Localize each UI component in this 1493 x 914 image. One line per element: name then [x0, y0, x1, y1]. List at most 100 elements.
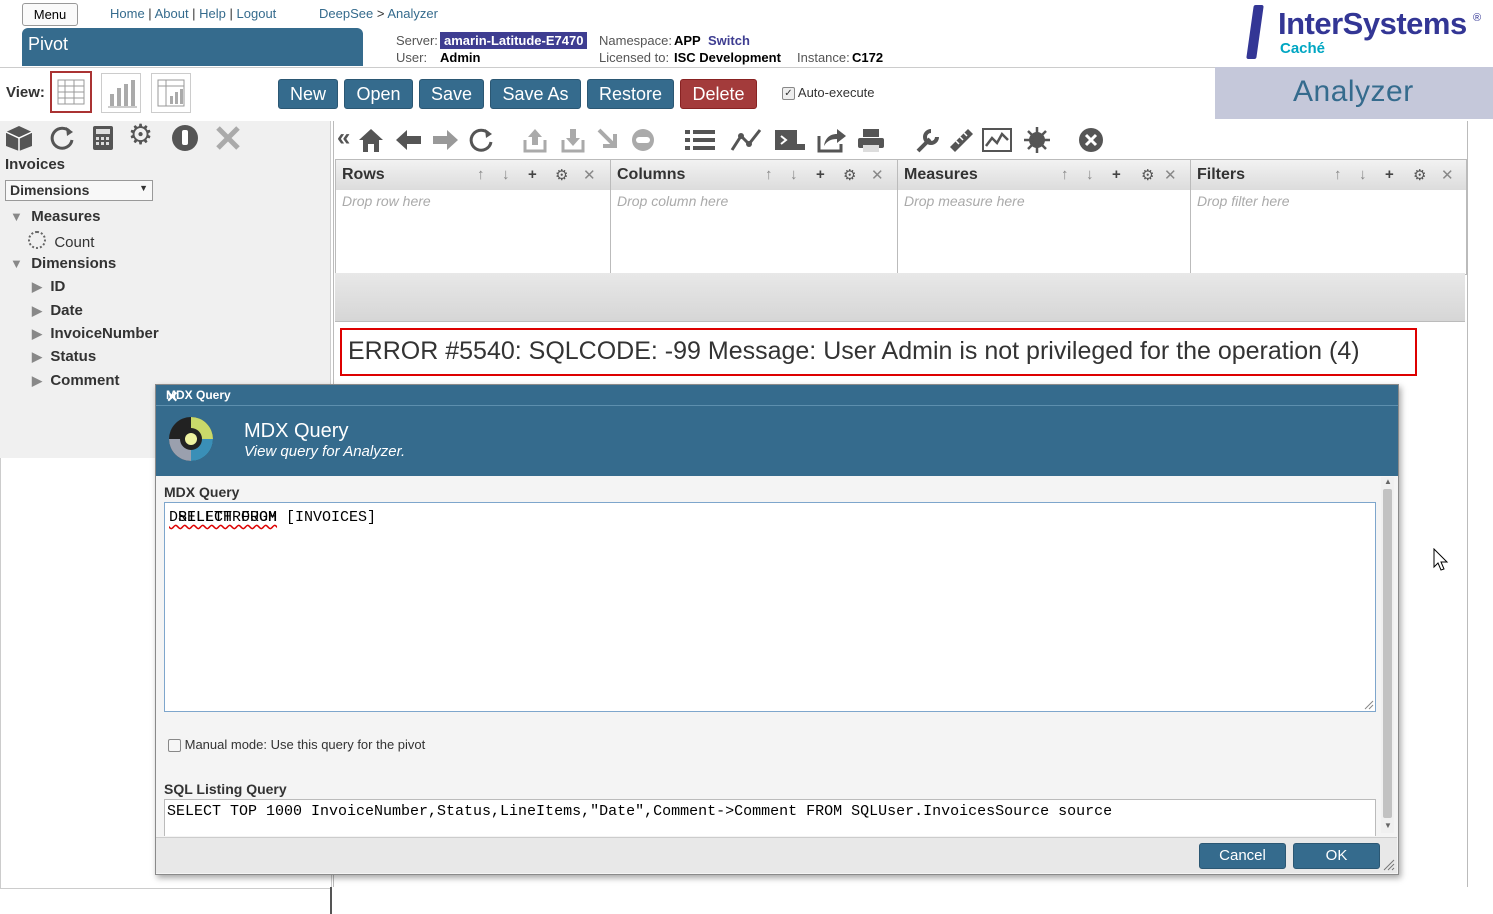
link-icon[interactable]: [629, 126, 657, 154]
move-down-icon[interactable]: ↓: [1086, 166, 1094, 183]
add-icon[interactable]: +: [528, 166, 537, 183]
tree-item-comment[interactable]: ▶ Comment: [32, 372, 120, 389]
dialog-close-icon[interactable]: ✕: [166, 388, 1394, 406]
gear-icon[interactable]: ⚙: [1413, 166, 1426, 184]
move-down-icon[interactable]: ↓: [502, 166, 510, 183]
manual-mode-option[interactable]: Manual mode: Use this query for the pivo…: [168, 737, 425, 753]
wrench-icon[interactable]: [913, 126, 941, 154]
refresh-icon[interactable]: [48, 124, 76, 152]
gear-icon[interactable]: ⚙: [1141, 166, 1154, 184]
tree-item-id[interactable]: ▶ ID: [32, 278, 65, 295]
list-icon[interactable]: [683, 126, 717, 154]
dialog-header: MDX Query View query for Analyzer.: [156, 405, 1398, 476]
measures-header: Measures: [904, 166, 978, 183]
auto-execute[interactable]: ✓ Auto-execute: [782, 85, 875, 101]
close-icon[interactable]: [214, 124, 242, 152]
rows-drop-zone[interactable]: Rows ↑ ↓ + ⚙ ✕ Drop row here: [335, 159, 611, 275]
save-button[interactable]: Save: [419, 79, 484, 109]
ruler-icon[interactable]: [947, 126, 975, 154]
view-table-button[interactable]: [50, 71, 92, 113]
menu-button[interactable]: Menu: [22, 3, 78, 26]
cube-icon[interactable]: [4, 124, 34, 152]
breadcrumb-analyzer[interactable]: Analyzer: [387, 6, 438, 21]
drill-down-icon[interactable]: [595, 126, 623, 154]
add-icon[interactable]: +: [816, 166, 825, 183]
tree-measures[interactable]: ▼ Measures: [10, 208, 100, 225]
collapse-icon[interactable]: «: [337, 124, 350, 152]
close-circle-icon[interactable]: [1077, 126, 1105, 154]
share-icon[interactable]: [815, 126, 849, 154]
filters-drop-zone[interactable]: Filters ↑ ↓ + ⚙ ✕ Drop filter here: [1190, 159, 1467, 275]
save-as-button[interactable]: Save As: [490, 79, 581, 109]
chart-options-icon[interactable]: [981, 126, 1013, 154]
close-icon[interactable]: ✕: [871, 166, 884, 184]
close-icon[interactable]: ✕: [1441, 166, 1454, 184]
view-both-button[interactable]: [151, 73, 191, 113]
dialog-scrollbar-thumb[interactable]: [1383, 489, 1392, 818]
switch-namespace-link[interactable]: Switch: [708, 33, 750, 48]
print-icon[interactable]: [855, 126, 889, 154]
tree-dimensions[interactable]: ▼ Dimensions: [10, 255, 116, 272]
sql-icon[interactable]: [773, 126, 807, 154]
licensed-label: Licensed to:: [599, 50, 670, 65]
info-icon[interactable]: [170, 123, 200, 153]
add-icon[interactable]: +: [1385, 166, 1394, 183]
mdx-query-textarea[interactable]: DRILLTHROUGH SELECT FROM [INVOICES]: [164, 502, 1376, 712]
scroll-up-icon[interactable]: ▲: [1384, 477, 1392, 486]
sql-listing-text: SELECT TOP 1000 InvoiceNumber,Status,Lin…: [167, 803, 1113, 820]
gear-icon[interactable]: ⚙: [555, 166, 568, 184]
measures-drop-zone[interactable]: Measures ↑ ↓ + ⚙ ✕ Drop measure here: [897, 159, 1191, 275]
move-up-icon[interactable]: ↑: [1061, 166, 1069, 183]
auto-execute-checkbox[interactable]: ✓: [782, 87, 795, 101]
help-link[interactable]: Help: [199, 6, 226, 21]
move-up-icon[interactable]: ↑: [1334, 166, 1342, 183]
home-icon[interactable]: [357, 126, 385, 154]
about-link[interactable]: About: [155, 6, 189, 21]
back-arrow-icon[interactable]: [393, 126, 423, 154]
pivot-toolbar: «: [335, 122, 1465, 158]
move-down-icon[interactable]: ↓: [1359, 166, 1367, 183]
collapsed-triangle-icon: ▶: [32, 373, 42, 388]
close-icon[interactable]: ✕: [583, 166, 596, 184]
new-button[interactable]: New: [278, 79, 338, 109]
cancel-button[interactable]: Cancel: [1199, 843, 1286, 869]
server-value: amarin-Latitude-E7470: [440, 32, 588, 50]
trend-icon[interactable]: [729, 126, 763, 154]
move-up-icon[interactable]: ↑: [765, 166, 773, 183]
forward-arrow-icon[interactable]: [431, 126, 461, 154]
ok-button[interactable]: OK: [1293, 843, 1380, 869]
columns-drop-zone[interactable]: Columns ↑ ↓ + ⚙ ✕ Drop column here: [610, 159, 898, 275]
move-up-icon[interactable]: ↑: [477, 166, 485, 183]
restore-button[interactable]: Restore: [587, 79, 674, 109]
logout-link[interactable]: Logout: [237, 6, 277, 21]
dialog-resize-icon[interactable]: [1383, 859, 1395, 871]
view-chart-button[interactable]: [101, 73, 141, 113]
import-icon[interactable]: [559, 126, 587, 154]
export-icon[interactable]: [521, 126, 549, 154]
breadcrumb-deepsee[interactable]: DeepSee: [319, 6, 373, 21]
tree-item-status[interactable]: ▶ Status: [32, 348, 96, 365]
manual-mode-checkbox[interactable]: [168, 739, 181, 753]
scroll-down-icon[interactable]: ▼: [1384, 821, 1392, 830]
calculator-icon[interactable]: [90, 124, 116, 152]
tree-item-count[interactable]: Count: [28, 231, 94, 251]
gear-icon[interactable]: ⚙: [128, 118, 153, 151]
resize-handle-icon[interactable]: [1364, 700, 1374, 710]
expanded-triangle-icon: ▼: [10, 209, 23, 224]
move-down-icon[interactable]: ↓: [790, 166, 798, 183]
dimensions-select[interactable]: Dimensions ▼: [5, 180, 153, 201]
home-link[interactable]: Home: [110, 6, 145, 21]
gear-icon[interactable]: ⚙: [843, 166, 856, 184]
highlight-icon[interactable]: [1023, 126, 1051, 154]
open-button[interactable]: Open: [344, 79, 413, 109]
tree-item-invoicenumber[interactable]: ▶ InvoiceNumber: [32, 325, 159, 342]
refresh-icon[interactable]: [467, 126, 495, 154]
add-icon[interactable]: +: [1112, 166, 1121, 183]
delete-button[interactable]: Delete: [680, 79, 757, 109]
dialog-title-bar[interactable]: MDX Query ✕: [156, 385, 1398, 406]
sql-listing-textarea[interactable]: SELECT TOP 1000 InvoiceNumber,Status,Lin…: [164, 799, 1376, 836]
tree-item-date[interactable]: ▶ Date: [32, 302, 83, 319]
mdx-query-label: MDX Query: [164, 484, 240, 500]
dimensions-select-value: Dimensions: [10, 182, 90, 198]
close-icon[interactable]: ✕: [1164, 166, 1177, 184]
